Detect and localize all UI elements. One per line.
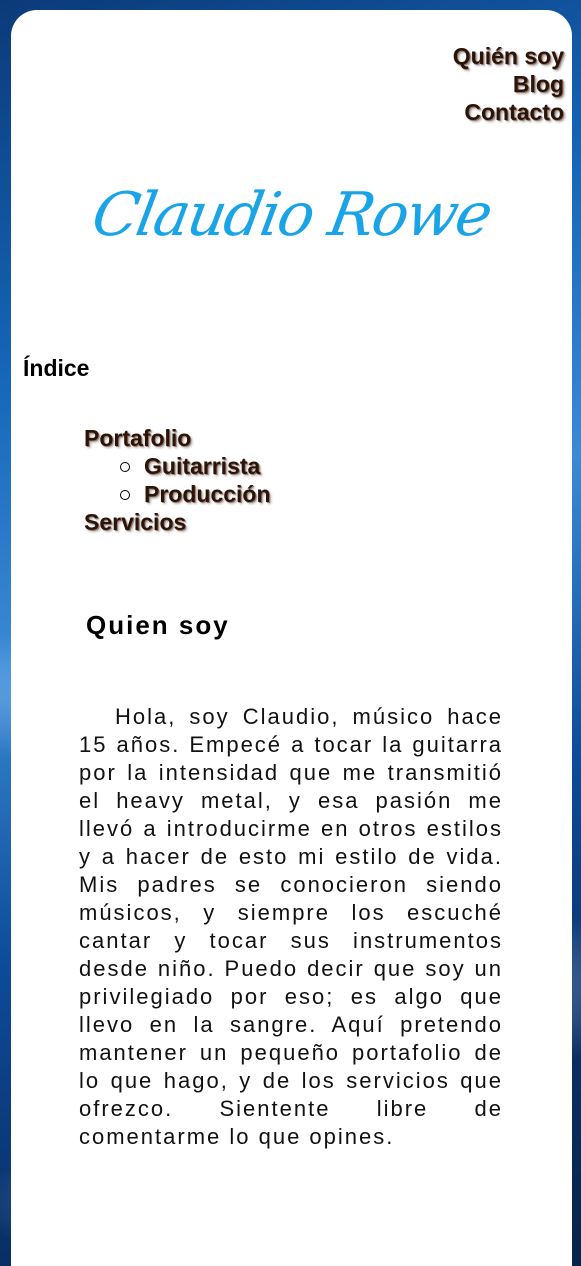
index-link-portafolio[interactable]: Portafolio [84,424,271,452]
page-card: Quién soy Blog Contacto Claudio Rowe Índ… [11,10,572,1266]
index-heading: Índice [23,355,90,381]
index-link-produccion[interactable]: Producción [120,480,271,508]
section-title: Quien soy [86,610,230,640]
index-list: Portafolio Guitarrista Producción Servic… [84,424,271,536]
index-link-servicios[interactable]: Servicios [84,508,271,536]
index-link-guitarrista[interactable]: Guitarrista [120,452,271,480]
index-sublist: Guitarrista Producción [84,452,271,508]
top-nav: Quién soy Blog Contacto [453,42,564,126]
bio-paragraph: Hola, soy Claudio, músico hace 15 años. … [79,704,503,1149]
nav-link-contacto[interactable]: Contacto [453,98,564,126]
nav-link-blog[interactable]: Blog [453,70,564,98]
nav-link-quien-soy[interactable]: Quién soy [453,42,564,70]
site-logo: Claudio Rowe [87,180,496,250]
